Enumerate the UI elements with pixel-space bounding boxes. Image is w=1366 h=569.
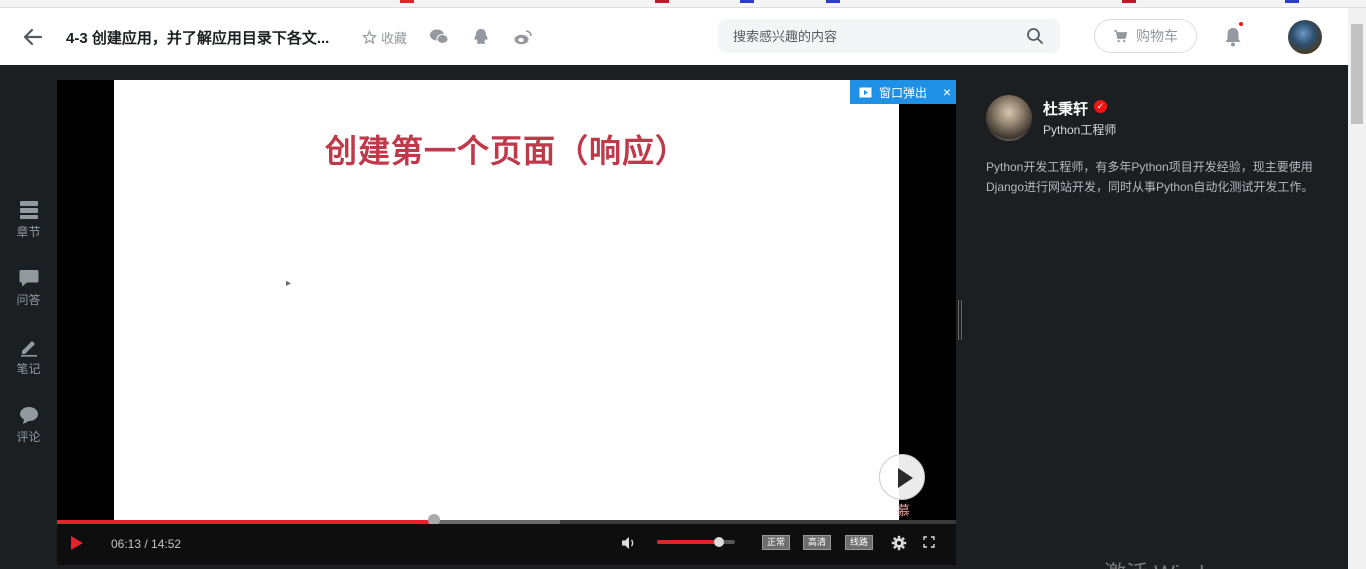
rail-item-notes[interactable]: 笔记 — [0, 337, 57, 377]
rail-label-notes: 笔记 — [16, 362, 41, 376]
notification-dot — [1239, 22, 1243, 26]
video-slide: 创建第一个页面（响应） ▸ 慕课网 — [114, 80, 910, 556]
fullscreen-icon[interactable] — [923, 536, 935, 548]
comments-icon — [19, 407, 38, 424]
notes-icon — [20, 341, 37, 357]
settings-gear-icon[interactable] — [891, 535, 907, 551]
big-play-button[interactable] — [879, 454, 925, 500]
user-avatar[interactable] — [1288, 20, 1322, 54]
scrollbar-thumb[interactable] — [1351, 24, 1363, 124]
slide-title: 创建第一个页面（响应） — [324, 133, 688, 169]
windows-activation-watermark: 激活 Windows — [1104, 556, 1243, 569]
rail-label-chapters: 章节 — [16, 225, 41, 239]
volume-slider[interactable] — [657, 537, 735, 547]
rail-label-comments: 评论 — [16, 430, 41, 444]
favorite-label: 收藏 — [381, 31, 408, 46]
video-player[interactable]: 创建第一个页面（响应） ▸ 慕课网 窗口弹出 × 06:13 / 14:52 正… — [57, 80, 956, 565]
cart-icon — [1113, 30, 1128, 43]
page-scrollbar[interactable] — [1348, 8, 1366, 569]
star-icon — [362, 30, 377, 45]
wechat-icon[interactable] — [429, 27, 449, 47]
volume-fill — [657, 540, 720, 544]
top-header: 4-3 创建应用，并了解应用目录下各文... 收藏 购物车 — [0, 8, 1348, 65]
cart-label: 购物车 — [1136, 28, 1178, 44]
popout-close-icon[interactable]: × — [943, 84, 951, 100]
popout-window-button[interactable]: 窗口弹出 × — [850, 80, 956, 104]
rail-item-comments[interactable]: 评论 — [0, 405, 57, 445]
search-icon[interactable] — [1026, 27, 1044, 45]
rail-item-chapters[interactable]: 章节 — [0, 200, 57, 240]
notification-bell-icon[interactable] — [1223, 26, 1243, 48]
mouse-cursor-icon: ▸ — [286, 278, 292, 289]
teacher-role: Python工程师 — [1043, 123, 1117, 137]
back-arrow-icon[interactable] — [22, 26, 44, 48]
popout-icon — [859, 87, 872, 97]
teacher-avatar[interactable] — [986, 95, 1032, 141]
weibo-icon[interactable] — [513, 27, 533, 47]
time-display: 06:13 / 14:52 — [111, 537, 182, 551]
search-box — [718, 19, 1060, 53]
teacher-bio: Python开发工程师，有多年Python项目开发经验，现主要使用Django进… — [986, 160, 1314, 194]
chapters-icon — [19, 201, 38, 219]
rail-item-qa[interactable]: 问答 — [0, 268, 57, 308]
favorite-button[interactable]: 收藏 — [362, 28, 407, 47]
video-controls: 06:13 / 14:52 正常 高清 线路 — [57, 524, 956, 565]
quality-hd-button[interactable]: 高清 — [803, 535, 832, 550]
panel-resize-handle[interactable] — [958, 300, 962, 340]
search-input[interactable] — [718, 28, 1008, 44]
volume-icon[interactable] — [621, 535, 637, 551]
qa-icon — [19, 270, 38, 287]
cart-button[interactable]: 购物车 — [1094, 19, 1197, 53]
browser-tab-strip — [0, 0, 1366, 8]
play-icon[interactable] — [70, 535, 84, 551]
course-title: 4-3 创建应用，并了解应用目录下各文... — [66, 30, 330, 47]
verified-badge-icon: ✓ — [1094, 100, 1107, 113]
popout-label: 窗口弹出 — [879, 85, 928, 100]
teacher-name[interactable]: 杜秉轩 — [1043, 98, 1088, 119]
line-switch-button[interactable]: 线路 — [845, 535, 874, 550]
qq-icon[interactable] — [471, 27, 491, 47]
volume-knob[interactable] — [714, 537, 725, 547]
quality-normal-button[interactable]: 正常 — [762, 535, 791, 550]
rail-label-qa: 问答 — [16, 293, 41, 307]
